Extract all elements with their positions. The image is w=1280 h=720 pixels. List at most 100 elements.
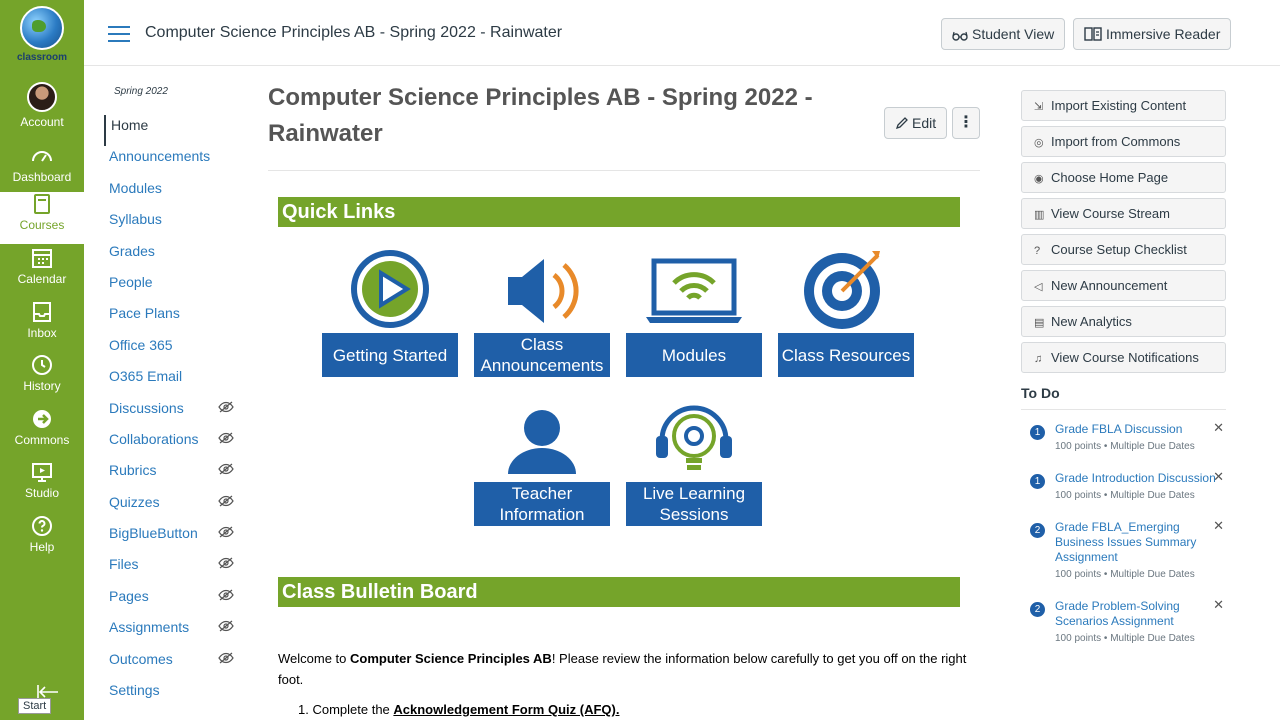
gnav-account-label: Account [20, 115, 64, 129]
globe-icon [20, 6, 64, 50]
help-icon [32, 516, 52, 536]
gnav-studio-label: Studio [24, 486, 60, 500]
institution-logo[interactable]: classroom [0, 6, 84, 70]
immersive-reader-icon [1084, 27, 1102, 41]
course-nav-files[interactable]: Files [104, 554, 244, 585]
course-nav-collaborations[interactable]: Collaborations [104, 429, 244, 460]
course-nav-bigbluebutton[interactable]: BigBlueButton [104, 523, 244, 554]
student-view-button[interactable]: Student View [941, 18, 1066, 50]
gnav-studio[interactable]: Studio [0, 460, 84, 512]
tile-label: Live Learning Sessions [626, 482, 762, 526]
gnav-calendar[interactable]: Calendar [0, 246, 84, 298]
gnav-commons-label: Commons [14, 433, 70, 447]
tile-live-learning-sessions[interactable]: Live Learning Sessions [626, 398, 762, 526]
commons-icon [33, 410, 51, 428]
bell-icon: ♫ [1034, 353, 1043, 365]
hamburger-menu-icon[interactable] [108, 26, 130, 42]
new-analytics-button[interactable]: ▤ New Analytics [1021, 306, 1226, 337]
course-nav-discussions[interactable]: Discussions [104, 398, 244, 429]
hidden-eye-icon [218, 526, 234, 538]
course-nav-rubrics[interactable]: Rubrics [104, 460, 244, 491]
gnav-courses[interactable]: Courses [0, 192, 84, 244]
todo-count-badge: 1 [1030, 425, 1045, 440]
tile-class-resources[interactable]: Class Resources [778, 247, 914, 377]
course-nav-quizzes[interactable]: Quizzes [104, 492, 244, 523]
bulletin-board-heading: Class Bulletin Board [278, 577, 960, 607]
todo-count-badge: 1 [1030, 474, 1045, 489]
course-nav-outcomes[interactable]: Outcomes [104, 649, 244, 680]
todo-meta: 100 points • Multiple Due Dates [1055, 633, 1195, 644]
choose-home-page-button[interactable]: ◉ Choose Home Page [1021, 162, 1226, 193]
tile-label: Modules [626, 333, 762, 377]
play-icon [351, 250, 429, 328]
view-course-notifications-button[interactable]: ♫ View Course Notifications [1021, 342, 1226, 373]
todo-meta: 100 points • Multiple Due Dates [1055, 490, 1195, 501]
tile-teacher-information[interactable]: Teacher Information [474, 398, 610, 526]
gnav-commons[interactable]: Commons [0, 407, 84, 459]
gnav-help[interactable]: Help [0, 514, 84, 566]
hidden-eye-icon [218, 495, 234, 507]
question-icon: ? [1034, 245, 1041, 257]
main-content: Computer Science Principles AB - Spring … [268, 80, 980, 717]
course-header: Computer Science Principles AB - Spring … [84, 0, 1280, 66]
course-nav-settings[interactable]: Settings [104, 680, 244, 711]
todo-meta: 100 points • Multiple Due Dates [1055, 441, 1195, 452]
tile-getting-started[interactable]: Getting Started [322, 247, 458, 377]
gnav-dashboard[interactable]: Dashboard [0, 144, 84, 196]
view-course-stream-button[interactable]: ▥ View Course Stream [1021, 198, 1226, 229]
course-nav-assignments[interactable]: Assignments [104, 617, 244, 648]
step-1-text: 1. Complete the Acknowledgement Form Qui… [298, 702, 620, 717]
course-nav-modules[interactable]: Modules [104, 178, 244, 209]
todo-link[interactable]: Grade Problem-Solving Scenarios Assignme… [1055, 599, 1226, 629]
avatar [27, 82, 57, 112]
afq-link[interactable]: Acknowledgement Form Quiz (AFQ). [393, 702, 619, 717]
course-nav-pages[interactable]: Pages [104, 586, 244, 617]
course-nav-office-365[interactable]: Office 365 [104, 335, 244, 366]
commons-icon: ◎ [1034, 137, 1044, 149]
page-title: Computer Science Principles AB - Spring … [268, 84, 813, 147]
course-nav-o365-email[interactable]: O365 Email [104, 366, 244, 397]
course-nav-home[interactable]: Home [104, 115, 244, 147]
course-nav-grades[interactable]: Grades [104, 241, 244, 272]
immersive-reader-button[interactable]: Immersive Reader [1073, 18, 1232, 50]
edit-button[interactable]: Edit [884, 107, 948, 139]
course-setup-checklist-button[interactable]: ? Course Setup Checklist [1021, 234, 1226, 265]
tile-modules[interactable]: Modules [626, 247, 762, 377]
gnav-inbox[interactable]: Inbox [0, 300, 84, 352]
hidden-eye-icon [218, 620, 234, 632]
dismiss-icon[interactable]: ✕ [1213, 597, 1224, 613]
tile-label: Class Resources [778, 333, 914, 377]
inbox-icon [33, 302, 51, 322]
dismiss-icon[interactable]: ✕ [1213, 469, 1224, 485]
dismiss-icon[interactable]: ✕ [1213, 518, 1224, 534]
course-nav-people[interactable]: People [104, 272, 244, 303]
book-icon [34, 194, 50, 214]
tile-class-announcements[interactable]: Class Announcements [474, 247, 610, 377]
import-icon: ⇲ [1034, 101, 1044, 113]
gnav-account[interactable]: Account [0, 82, 84, 134]
import-existing-content-button[interactable]: ⇲ Import Existing Content [1021, 90, 1226, 121]
gnav-dashboard-label: Dashboard [12, 170, 72, 184]
laptop-wifi-icon [646, 258, 742, 323]
more-options-icon[interactable]: ⋮ [952, 107, 980, 139]
course-nav-pace-plans[interactable]: Pace Plans [104, 303, 244, 334]
todo-link[interactable]: Grade FBLA Discussion [1055, 422, 1226, 437]
course-nav-syllabus[interactable]: Syllabus [104, 209, 244, 240]
start-button[interactable]: Start [18, 698, 52, 714]
breadcrumb[interactable]: Computer Science Principles AB - Spring … [145, 24, 562, 42]
course-nav: Spring 2022 Home Announcements Modules S… [104, 86, 244, 711]
todo-link[interactable]: Grade Introduction Discussion [1055, 471, 1226, 486]
import-from-commons-button[interactable]: ◎ Import from Commons [1021, 126, 1226, 157]
new-announcement-button[interactable]: ◁ New Announcement [1021, 270, 1226, 301]
dashboard-icon [32, 151, 52, 162]
gnav-calendar-label: Calendar [17, 272, 67, 286]
todo-count-badge: 2 [1030, 602, 1045, 617]
course-nav-announcements[interactable]: Announcements [104, 146, 244, 177]
term-label: Spring 2022 [114, 86, 168, 97]
course-sidebar: ⇲ Import Existing Content ◎ Import from Co… [1021, 90, 1226, 645]
gnav-history[interactable]: History [0, 353, 84, 405]
hidden-eye-icon [218, 558, 234, 569]
hidden-eye-icon [218, 401, 234, 412]
todo-link[interactable]: Grade FBLA_Emerging Business Issues Summ… [1055, 520, 1226, 565]
dismiss-icon[interactable]: ✕ [1213, 420, 1224, 436]
